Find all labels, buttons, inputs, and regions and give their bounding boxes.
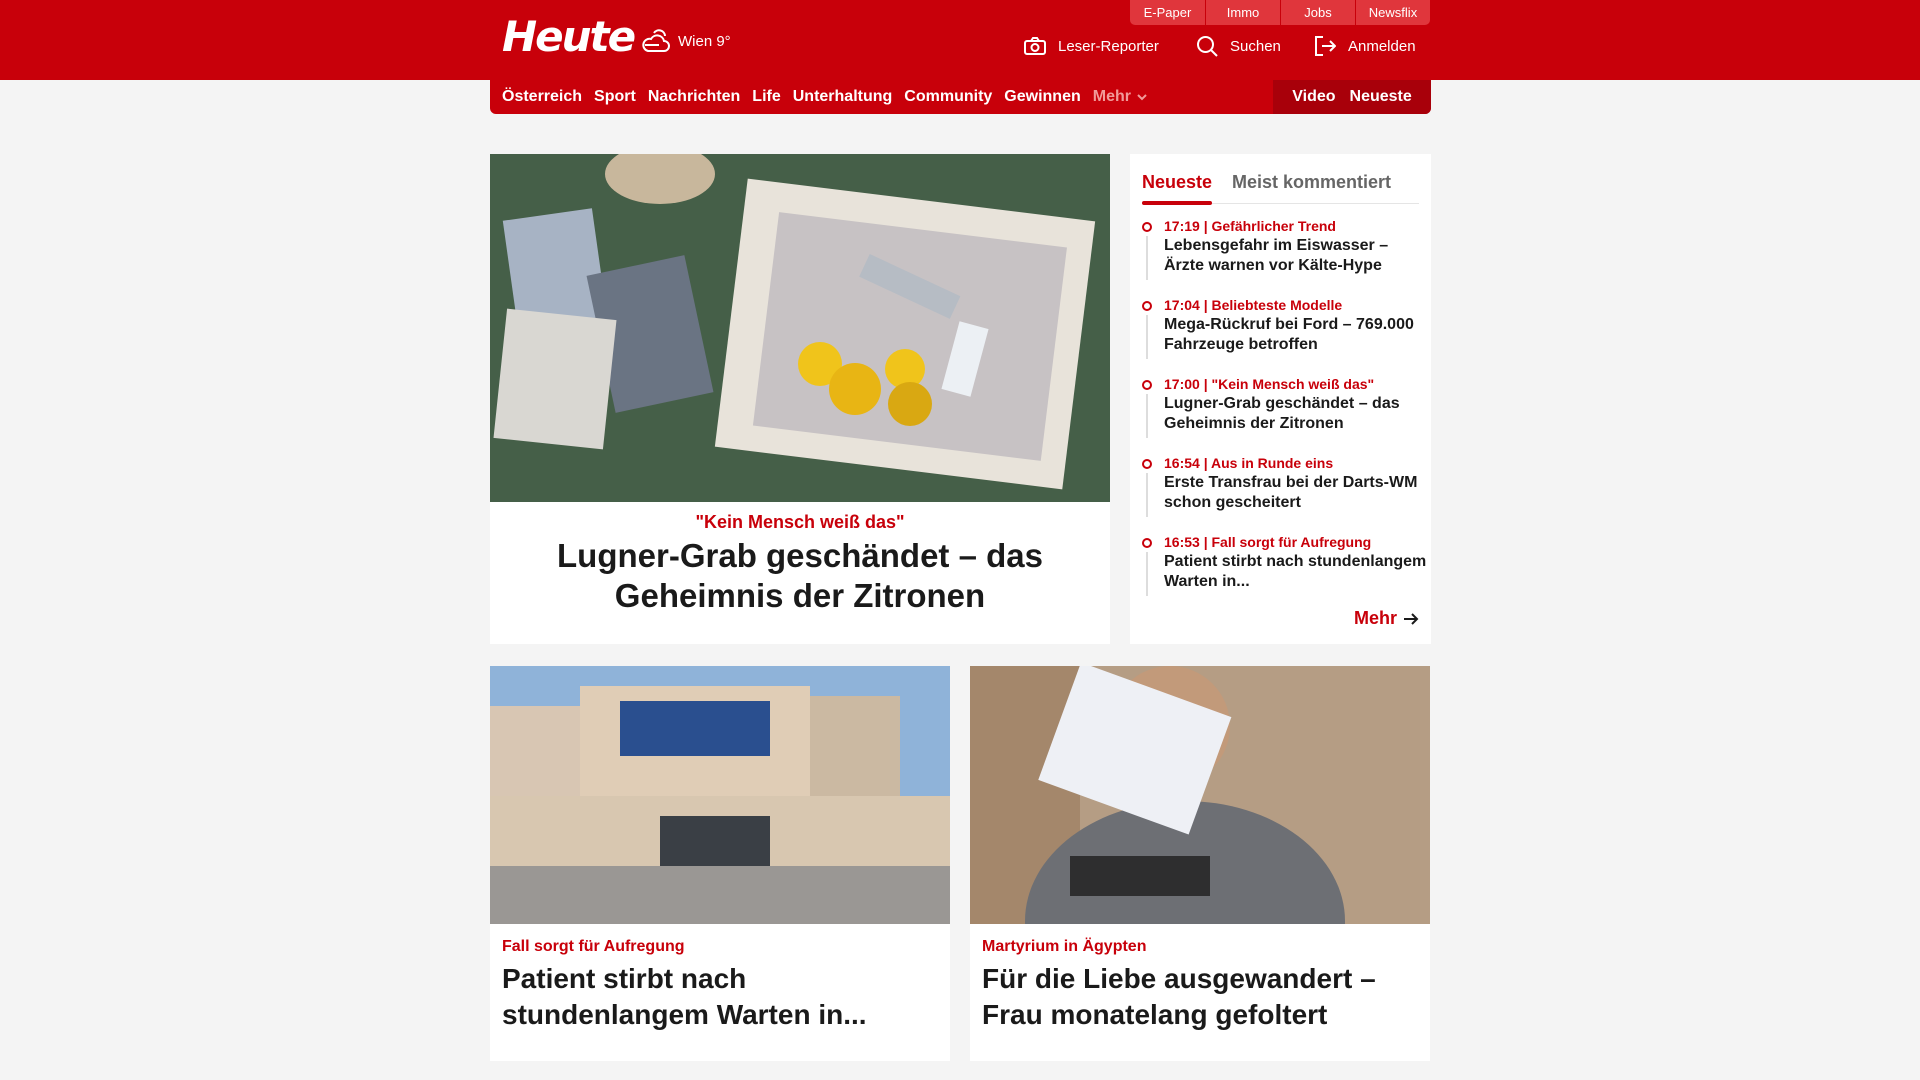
timeline-meta: 17:00 | "Kein Mensch weiß das" bbox=[1164, 376, 1375, 392]
timeline-meta: 17:04 | Beliebteste Modelle bbox=[1164, 297, 1343, 313]
arrow-right-icon bbox=[1404, 612, 1419, 625]
sidebar-tabs: Neueste Meist kommentiert bbox=[1142, 164, 1419, 205]
timeline-meta: 17:19 | Gefährlicher Trend bbox=[1164, 218, 1336, 234]
article-kicker: Fall sorgt für Aufregung bbox=[502, 938, 685, 955]
nav-right: Video Neueste bbox=[1273, 80, 1431, 114]
timeline-dot bbox=[1142, 459, 1152, 469]
hospital-photo bbox=[490, 666, 950, 924]
nav-item-gewinnen[interactable]: Gewinnen bbox=[1004, 88, 1080, 106]
timeline-dot bbox=[1142, 301, 1152, 311]
sidebar-more-link[interactable]: Mehr bbox=[1354, 608, 1419, 629]
nav-item-oesterreich[interactable]: Österreich bbox=[502, 88, 582, 106]
tab-meist-kommentiert[interactable]: Meist kommentiert bbox=[1232, 172, 1391, 193]
hero-article[interactable]: "Kein Mensch weiß das" Lugner-Grab gesch… bbox=[490, 154, 1110, 644]
latest-news-sidebar: Neueste Meist kommentiert 17:19 | Gefähr… bbox=[1130, 154, 1431, 644]
nav-item-life[interactable]: Life bbox=[752, 88, 780, 106]
nav-items: Österreich Sport Nachrichten Life Unterh… bbox=[502, 80, 1161, 114]
timeline-dot bbox=[1142, 222, 1152, 232]
sidebar-more-label: Mehr bbox=[1353, 608, 1397, 628]
timeline-dot bbox=[1142, 538, 1152, 548]
article-image[interactable] bbox=[490, 666, 950, 924]
login-button[interactable]: Anmelden bbox=[1314, 32, 1416, 60]
main-nav: Österreich Sport Nachrichten Life Unterh… bbox=[490, 80, 1431, 114]
timeline-item[interactable]: 16:54 | Aus in Runde eins Erste Transfra… bbox=[1142, 453, 1427, 532]
timeline-item[interactable]: 17:04 | Beliebteste Modelle Mega-Rückruf… bbox=[1142, 295, 1427, 374]
camera-icon bbox=[1024, 37, 1046, 55]
timeline-line bbox=[1146, 552, 1148, 596]
top-link-epaper[interactable]: E-Paper bbox=[1130, 0, 1205, 25]
nav-item-community[interactable]: Community bbox=[904, 88, 992, 106]
article-title[interactable]: Für die Liebe ausgewandert – Frau monate… bbox=[982, 961, 1422, 1033]
timeline-item[interactable]: 16:53 | Fall sorgt für Aufregung Patient… bbox=[1142, 532, 1427, 611]
timeline-meta: 16:54 | Aus in Runde eins bbox=[1164, 455, 1334, 471]
timeline-line bbox=[1146, 236, 1148, 280]
article-image[interactable] bbox=[970, 666, 1430, 924]
top-link-newsflix[interactable]: Newsflix bbox=[1355, 0, 1430, 25]
nav-item-unterhaltung[interactable]: Unterhaltung bbox=[793, 88, 893, 106]
timeline-item[interactable]: 17:19 | Gefährlicher Trend Lebensgefahr … bbox=[1142, 216, 1427, 295]
active-tab-indicator bbox=[1142, 201, 1212, 205]
leser-reporter-button[interactable]: Leser-Reporter bbox=[1024, 32, 1159, 60]
nav-item-video[interactable]: Video bbox=[1292, 88, 1335, 106]
timeline-item[interactable]: 17:00 | "Kein Mensch weiß das" Lugner-Gr… bbox=[1142, 374, 1427, 453]
site-header: E-Paper Immo Jobs Newsflix Heute Wien 9°… bbox=[0, 0, 1920, 80]
article-card[interactable]: Martyrium in Ägypten Für die Liebe ausge… bbox=[970, 666, 1430, 1061]
nav-more-dropdown[interactable]: Mehr bbox=[1093, 88, 1149, 106]
hero-image[interactable] bbox=[490, 154, 1110, 502]
nav-item-nachrichten[interactable]: Nachrichten bbox=[648, 88, 740, 106]
timeline-meta: 16:53 | Fall sorgt für Aufregung bbox=[1164, 534, 1372, 550]
news-timeline: 17:19 | Gefährlicher Trend Lebensgefahr … bbox=[1142, 216, 1427, 611]
hero-photo bbox=[490, 154, 1110, 502]
courtroom-photo bbox=[970, 666, 1430, 924]
hero-title[interactable]: Lugner-Grab geschändet – das Geheimnis d… bbox=[530, 536, 1070, 616]
site-logo[interactable]: Heute bbox=[502, 12, 636, 61]
hero-kicker: "Kein Mensch weiß das" bbox=[695, 512, 905, 532]
weather-label: Wien 9° bbox=[678, 32, 731, 50]
chevron-down-icon bbox=[1137, 94, 1147, 101]
top-link-immo[interactable]: Immo bbox=[1205, 0, 1280, 25]
nav-more-label: Mehr bbox=[1092, 88, 1131, 105]
search-icon bbox=[1197, 36, 1218, 57]
timeline-title[interactable]: Patient stirbt nach stundenlangem Warten… bbox=[1164, 552, 1427, 592]
nav-item-neueste[interactable]: Neueste bbox=[1350, 88, 1412, 106]
tab-neueste[interactable]: Neueste bbox=[1142, 172, 1212, 193]
timeline-line bbox=[1146, 315, 1148, 359]
cloud-sun-icon bbox=[642, 29, 670, 52]
weather-widget[interactable]: Wien 9° bbox=[640, 26, 731, 56]
search-button[interactable]: Suchen bbox=[1196, 32, 1281, 60]
article-card[interactable]: Fall sorgt für Aufregung Patient stirbt … bbox=[490, 666, 950, 1061]
timeline-line bbox=[1146, 473, 1148, 517]
timeline-dot bbox=[1142, 380, 1152, 390]
top-link-jobs[interactable]: Jobs bbox=[1280, 0, 1355, 25]
article-title[interactable]: Patient stirbt nach stundenlangem Warten… bbox=[502, 961, 942, 1033]
search-label: Suchen bbox=[1230, 37, 1281, 55]
login-label: Anmelden bbox=[1348, 37, 1416, 55]
timeline-title[interactable]: Erste Transfrau bei der Darts-WM schon g… bbox=[1164, 473, 1427, 513]
login-icon bbox=[1315, 36, 1336, 56]
top-links: E-Paper Immo Jobs Newsflix bbox=[1130, 0, 1430, 25]
timeline-line bbox=[1146, 394, 1148, 438]
leser-reporter-label: Leser-Reporter bbox=[1058, 37, 1159, 55]
nav-item-sport[interactable]: Sport bbox=[594, 88, 636, 106]
timeline-title[interactable]: Lugner-Grab geschändet – das Geheimnis d… bbox=[1164, 394, 1427, 434]
article-kicker: Martyrium in Ägypten bbox=[982, 938, 1147, 955]
timeline-title[interactable]: Lebensgefahr im Eiswasser – Ärzte warnen… bbox=[1164, 236, 1427, 276]
timeline-title[interactable]: Mega-Rückruf bei Ford – 769.000 Fahrzeug… bbox=[1164, 315, 1427, 355]
